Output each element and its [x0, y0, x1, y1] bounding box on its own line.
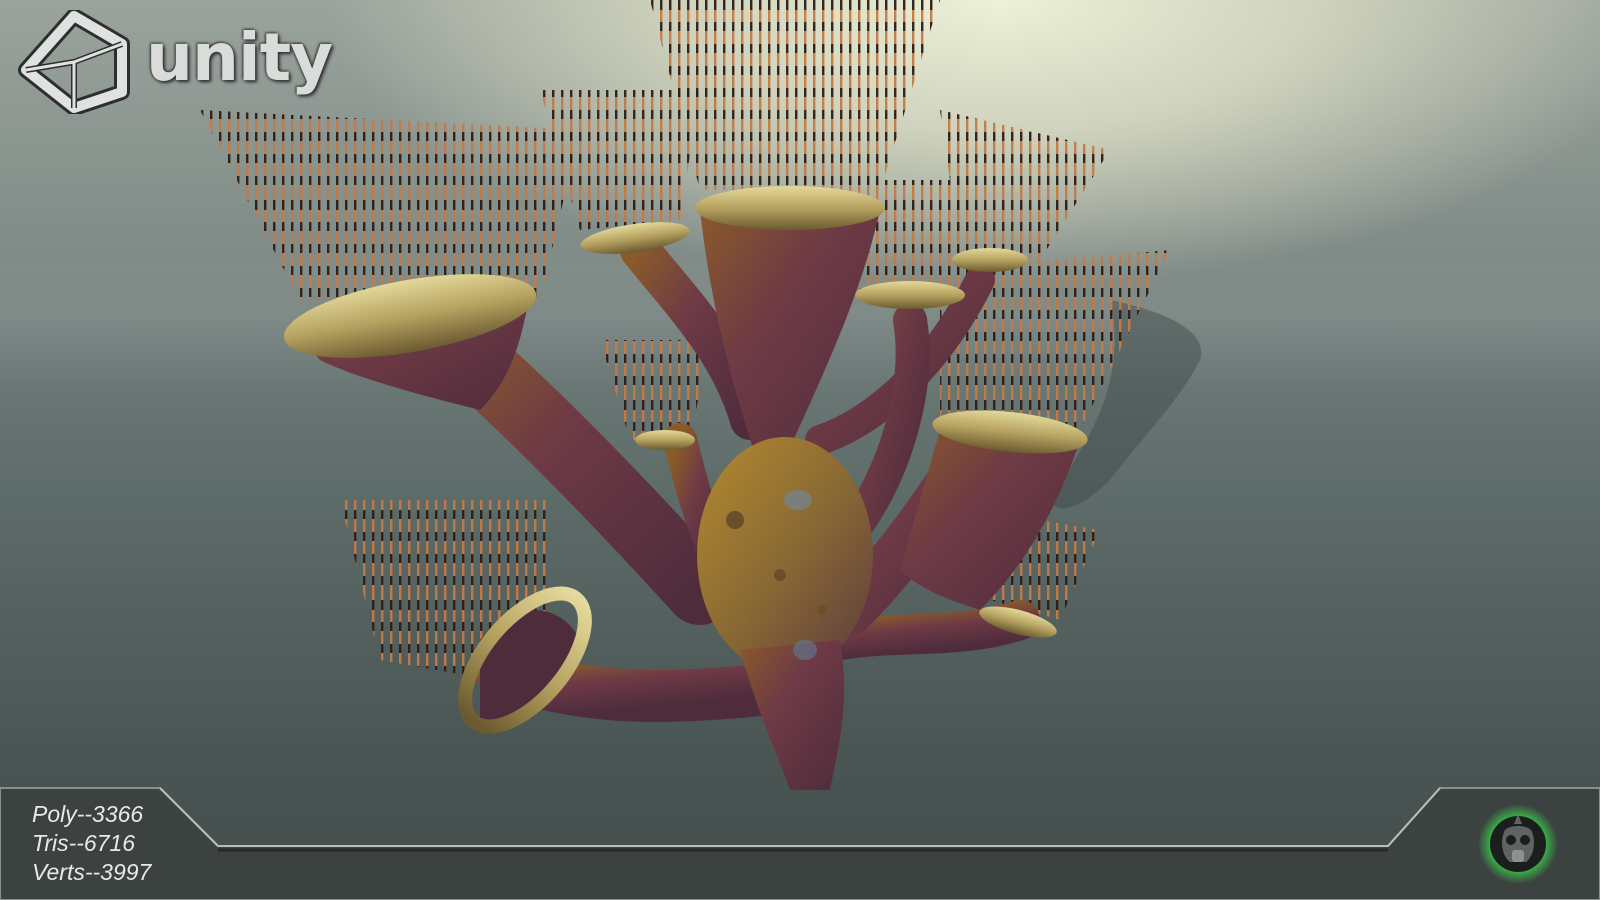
verts-count: Verts--3997: [32, 859, 152, 885]
unity-cube-icon: [18, 8, 130, 119]
tris-count: Tris--6716: [32, 830, 136, 856]
poly-count: Poly--3366: [32, 801, 144, 827]
gas-mask-icon: [1478, 804, 1558, 884]
model-stats: Poly--3366 Tris--6716 Verts--3997: [32, 800, 151, 887]
stats-panel: [0, 787, 1600, 900]
coral-model-render: [200, 0, 1202, 790]
